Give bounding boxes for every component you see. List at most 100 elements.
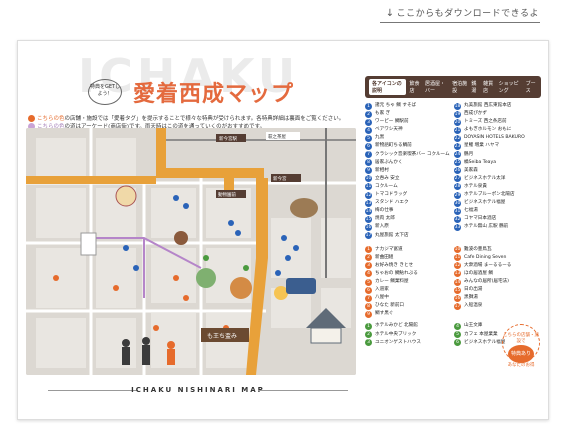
legend-item: 12 トマコドラッグ: [365, 191, 452, 199]
legend-item-label: トマコドラッグ: [375, 192, 408, 198]
legend-item: 4 ベアワシ天神: [365, 126, 452, 134]
number-marker-icon: 16: [454, 294, 461, 302]
legend-column: 1 諸元 ちゃ 鯛 すそば 2 も家 ぎ 3 ワーピー 鯛駅前 4 ベアワシ天神 5 九黒 6 新物語…: [365, 102, 452, 240]
station-label: 萩之茶屋: [268, 133, 286, 140]
legend-orange-group: 1 ナカジマ富道 2 新曲田組 3 お好み焼き きとせ 4 ちゃおの 鯛鮎れぶる 5 カレー 鯛業…: [365, 246, 541, 319]
legend-item: 9 新相村: [365, 167, 452, 175]
station-label: 新今宮: [273, 175, 287, 182]
number-marker-icon: 2: [365, 331, 372, 339]
number-marker-icon: 25: [454, 159, 461, 167]
legend-item: 5 カレー 鯛業料屋: [365, 278, 452, 286]
legend-item-label: ナカジマ富道: [375, 246, 403, 252]
map-canvas[interactable]: 新今宮駅 動物園前 萩之茶屋 新今宮 も王ち盃み: [26, 128, 356, 375]
legend-icon-label: 雑貨店: [483, 81, 494, 94]
legend-item-label: ユニオンゲストハウス: [375, 339, 421, 345]
legend-item-label: ビジネスホテル福屋: [464, 339, 506, 345]
number-marker-icon: 29: [454, 191, 461, 199]
legend-item-label: 日の出湯: [464, 287, 483, 293]
download-note: ↓ ここからもダウンロードできるよ: [386, 6, 539, 19]
legend-item-label: みんなの居所(居宅法): [464, 278, 509, 284]
number-marker-icon: 19: [454, 110, 461, 118]
legend-item-label: 梅の仕事: [375, 208, 394, 214]
number-marker-icon: 4: [365, 270, 372, 278]
legend-item: 11 Cafe Dining Seven: [454, 254, 541, 262]
legend-item: 8 ひなた 新前口: [365, 302, 452, 310]
legend-item-label: ホテルブルーポン北陽店: [464, 192, 515, 198]
legend-item-label: 美家森: [464, 167, 478, 173]
legend-item-label: コクルーム: [375, 183, 398, 189]
legend-item: 16 黒獅湯: [454, 294, 541, 302]
legend-item-label: 九黒: [375, 135, 385, 141]
legend-item: 31 七福湯: [454, 207, 541, 215]
legend-item: 12 大衆酒場 まーるるーる: [454, 262, 541, 270]
legend-item-label: 立吞み 安立: [375, 175, 400, 181]
legend-item: 8 居家ぶんかく: [365, 159, 452, 167]
legend-item-label: 新相村: [375, 167, 389, 173]
legend-item: 5 九黒: [365, 134, 452, 142]
number-marker-icon: 10: [365, 175, 372, 183]
legend-item-label: 新物語町ちる鯛前: [375, 143, 412, 149]
number-marker-icon: 17: [365, 232, 372, 240]
number-marker-icon: 15: [454, 286, 461, 294]
number-marker-icon: 1: [365, 246, 372, 254]
legend-item-label: 焼肉 太郎: [375, 216, 395, 222]
legend-panel: 各アイコンの説明 飲食店 居酒屋・バー 宿泊施設 銭湯 雑貨店 ショッピング ブ…: [365, 76, 541, 347]
legend-item: 14 みんなの居所(居宅法): [454, 278, 541, 286]
map-sheet: ICHAKU 特典をGETしよう！ 愛着西成マップ こちらの色の店舗・施設では「…: [17, 40, 549, 420]
note-orange: こちらの色の店舗・施設では「愛着タグ」を提示することで様々な特典が受けられます。…: [28, 114, 344, 122]
special-offer-badge: こちらの店舗・施設で 特典あり あなたのお得: [502, 324, 540, 368]
legend-item: 10 立吞み 安立: [365, 175, 452, 183]
number-marker-icon: 4: [454, 322, 461, 330]
legend-icon-label: 飲食店: [409, 81, 420, 94]
legend-item: 3 ユニオンゲストハウス: [365, 339, 452, 347]
legend-item: 16 新入原: [365, 223, 452, 231]
number-marker-icon: 11: [454, 254, 461, 262]
legend-icon-label: ブース: [525, 81, 536, 94]
legend-item-label: 入船温泉: [464, 303, 483, 309]
number-marker-icon: 15: [365, 215, 372, 223]
orange-dot-icon: [28, 115, 35, 122]
legend-item: 17 丸屋旅館 太下店: [365, 232, 452, 240]
number-marker-icon: 16: [365, 223, 372, 231]
legend-item-label: も家 ぎ: [375, 111, 391, 117]
legend-icon-label: 居酒屋・バー: [425, 81, 446, 94]
legend-item-label: クラシック音楽喫茶バー コクルーム: [375, 151, 450, 157]
legend-item: 15 日の出湯: [454, 286, 541, 294]
legend-icon-label: 宿泊施設: [452, 81, 468, 94]
legend-item: 6 新物語町ちる鯛前: [365, 142, 452, 151]
legend-item: 3 ワーピー 鯛駅前: [365, 118, 452, 126]
legend-item-label: スタンド ハエク: [375, 200, 409, 206]
legend-item-label: 難波の豊鳥瓦: [464, 246, 492, 252]
number-marker-icon: 2: [365, 254, 372, 262]
legend-item-label: ベアワシ天神: [375, 127, 403, 133]
number-marker-icon: 5: [454, 331, 461, 339]
number-marker-icon: 11: [365, 183, 372, 191]
badge-top-text: こちらの店舗・施設で: [503, 333, 539, 344]
number-marker-icon: 14: [454, 278, 461, 286]
legend-item-label: 新曲田組: [375, 254, 394, 260]
number-marker-icon: 6: [365, 143, 372, 151]
number-marker-icon: 3: [365, 262, 372, 270]
number-marker-icon: 23: [454, 143, 461, 151]
map-panel: ICHAKU 特典をGETしよう！ 愛着西成マップ こちらの色の店舗・施設では「…: [18, 41, 358, 419]
legend-item-label: 大衆酒場 まーるるーる: [464, 262, 512, 268]
legend-item-label: ひなた 新前口: [375, 303, 405, 309]
number-marker-icon: 4: [365, 126, 372, 134]
map-title: 愛着西成マップ: [133, 82, 295, 107]
number-marker-icon: 3: [365, 339, 372, 347]
legend-item: 2 も家 ぎ: [365, 110, 452, 118]
number-marker-icon: 21: [454, 126, 461, 134]
legend-item: 15 焼肉 太郎: [365, 215, 452, 223]
legend-item: 2 新曲田組: [365, 254, 452, 262]
legend-item: 6 入道家: [365, 286, 452, 294]
legend-item-label: お好み焼き きとせ: [375, 262, 414, 268]
legend-item-label: 丸屋旅館 太下店: [375, 232, 409, 238]
number-marker-icon: 7: [365, 151, 372, 159]
legend-item: 26 美家森: [454, 167, 541, 175]
number-marker-icon: 26: [454, 167, 461, 175]
legend-item: 7 クラシック音楽喫茶バー コクルーム: [365, 151, 452, 159]
number-marker-icon: 5: [365, 134, 372, 142]
legend-item-label: ビジネスホテル福屋: [464, 200, 506, 206]
number-marker-icon: 33: [454, 223, 461, 231]
caption-rule: [258, 390, 348, 391]
